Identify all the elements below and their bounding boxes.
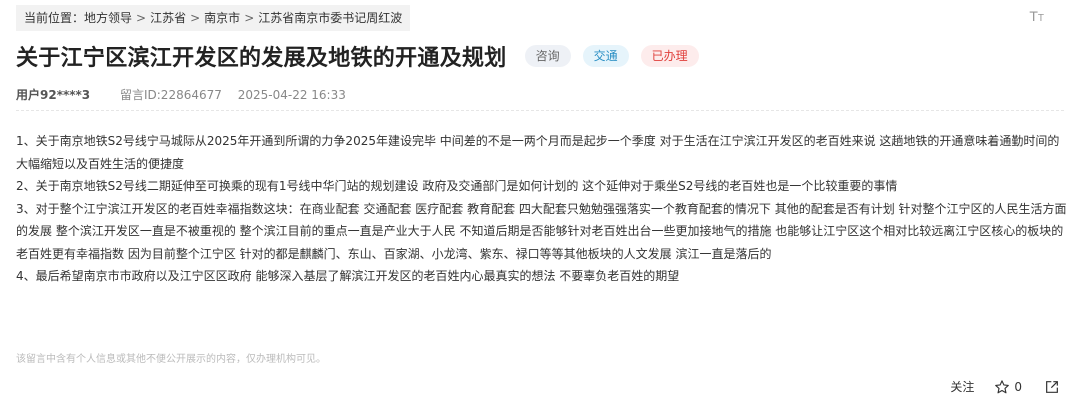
breadcrumb-item-province[interactable]: 江苏省	[150, 11, 186, 25]
message-meta: 用户92****3 留言ID:22864677 2025-04-22 16:33	[16, 86, 346, 103]
message-datetime: 2025-04-22 16:33	[237, 88, 346, 102]
message-detail-page: 当前位置：地方领导 > 江苏省 > 南京市 > 江苏省南京市委书记周红波 TT 关于江宁区滨…	[0, 0, 1080, 409]
message-id: 留言ID:22864677	[119, 88, 222, 102]
content-paragraph-1: 1、关于南京地铁S2号线宁马城际从2025年开通到所谓的力争2025年建设完毕 …	[16, 134, 1060, 171]
share-button[interactable]	[1044, 379, 1060, 395]
breadcrumb-prefix: 当前位置：	[24, 11, 85, 25]
content-paragraph-3: 3、对于整个江宁滨江开发区的老百姓幸福指数这块：在商业配套 交通配套 医疗配套 …	[16, 201, 1067, 261]
page-title: 关于江宁区滨江开发区的发展及地铁的开通及规划	[16, 46, 507, 71]
breadcrumb-separator: >	[190, 11, 201, 25]
share-icon	[1046, 380, 1058, 393]
action-bar: 关注 0	[950, 378, 1060, 395]
font-size-small-glyph: T	[1037, 13, 1044, 24]
breadcrumb-separator: >	[136, 11, 147, 25]
breadcrumb-item-leader[interactable]: 江苏省南京市委书记周红波	[258, 11, 402, 25]
like-button[interactable]: 0	[994, 379, 1022, 395]
font-size-large-glyph: T	[1029, 8, 1038, 24]
breadcrumb-separator: >	[244, 11, 255, 25]
privacy-notice: 该留言中含有个人信息或其他不便公开展示的内容，仅办理机构可见。	[16, 354, 326, 365]
author-name: 用户92****3	[16, 88, 91, 102]
breadcrumb-item-city[interactable]: 南京市	[204, 11, 240, 25]
star-icon	[995, 379, 1010, 393]
message-content: 1、关于南京地铁S2号线宁马城际从2025年开通到所谓的力争2025年建设完毕 …	[16, 130, 1068, 288]
tag-traffic: 交通	[582, 45, 629, 67]
title-row: 关于江宁区滨江开发区的发展及地铁的开通及规划 咨询 交通 已办理	[16, 40, 699, 72]
divider	[16, 110, 1064, 111]
tag-inquiry: 咨询	[524, 45, 571, 67]
breadcrumb-item-leaders[interactable]: 地方领导	[84, 11, 132, 25]
content-paragraph-4: 4、最后希望南京市市政府以及江宁区区政府 能够深入基层了解滨江开发区的老百姓内心…	[16, 269, 680, 283]
breadcrumb: 当前位置：地方领导 > 江苏省 > 南京市 > 江苏省南京市委书记周红波	[16, 5, 411, 31]
font-size-toggle-icon[interactable]: TT	[1029, 8, 1044, 24]
like-count: 0	[1014, 379, 1022, 394]
content-paragraph-2: 2、关于南京地铁S2号线二期延伸至可换乘的现有1号线中华门站的规划建设 政府及交…	[16, 179, 898, 193]
status-badge: 已办理	[640, 45, 699, 67]
follow-button[interactable]: 关注	[950, 378, 974, 395]
